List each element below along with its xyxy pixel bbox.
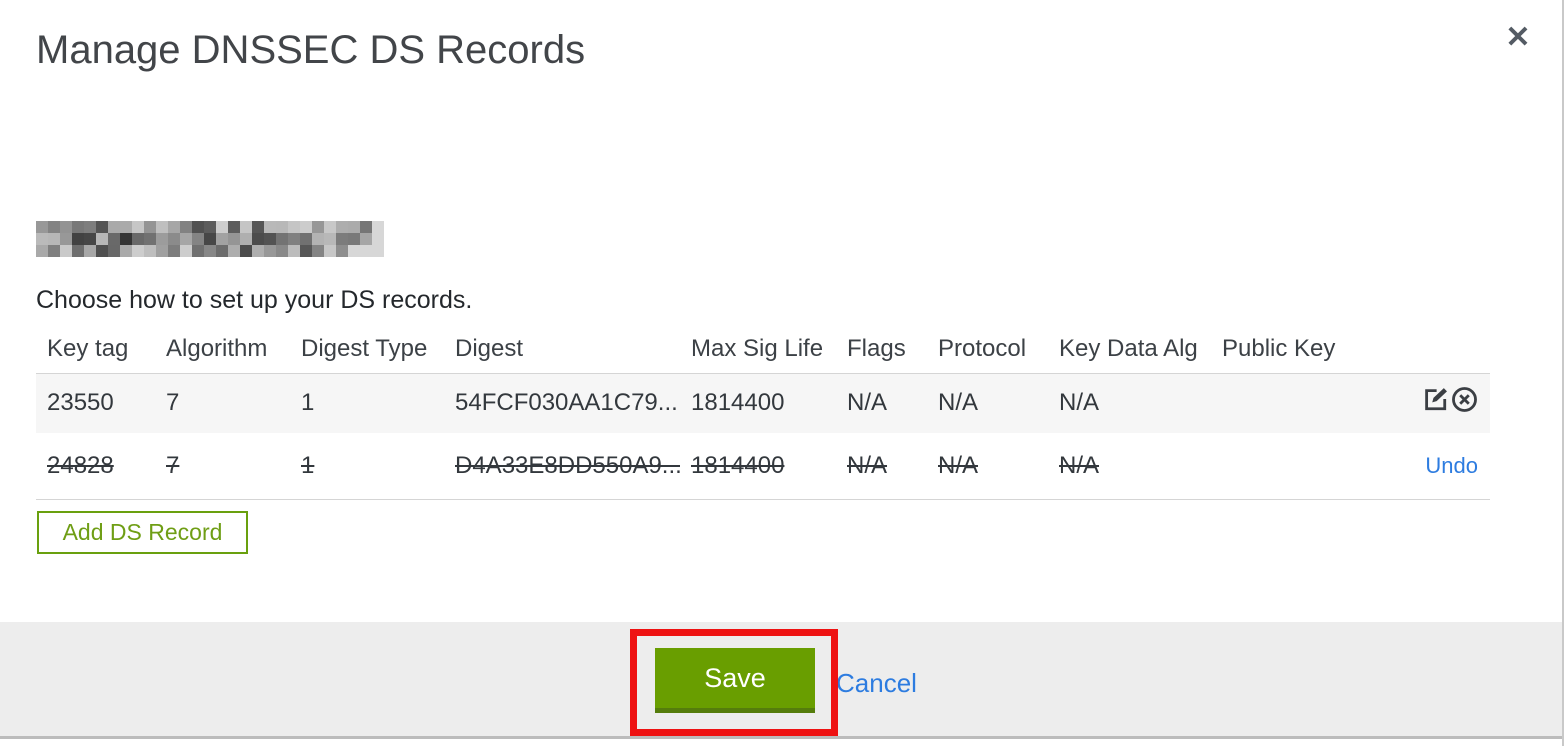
- column-header-max-sig-life: Max Sig Life: [691, 334, 824, 362]
- instruction-text: Choose how to set up your DS records.: [36, 286, 473, 314]
- column-header-actions: [1361, 325, 1490, 373]
- cell-digest-type: 1: [290, 372, 444, 433]
- close-icon[interactable]: ✕: [1498, 18, 1538, 58]
- cell-max-sig-life: 1814400: [680, 433, 836, 500]
- cell-protocol: N/A: [927, 372, 1048, 433]
- table-row: 24828 7 1 D4A33E8DD550A9... 1814400 N/A …: [36, 433, 1490, 500]
- cell-public-key: [1211, 372, 1361, 433]
- table-row: 23550 7 1 54FCF030AA1C79... 1814400 N/A …: [36, 372, 1490, 433]
- cell-algorithm: 7: [155, 372, 290, 433]
- cell-max-sig-life: 1814400: [680, 372, 836, 433]
- cell-digest: 54FCF030AA1C79...: [444, 372, 680, 433]
- table-header-row: Key tag Algorithm Digest Type Digest Max…: [36, 325, 1490, 373]
- cell-digest: D4A33E8DD550A9...: [444, 433, 680, 500]
- column-header-public-key: Public Key: [1222, 334, 1336, 362]
- column-header-key-tag: Key tag: [47, 334, 129, 362]
- undo-link[interactable]: Undo: [1425, 453, 1478, 478]
- cell-flags: N/A: [836, 433, 927, 500]
- cell-key-tag: 23550: [36, 372, 155, 433]
- column-header-digest: Digest: [455, 334, 524, 362]
- column-header-algorithm: Algorithm: [166, 334, 268, 362]
- column-header-protocol: Protocol: [938, 334, 1027, 362]
- cell-flags: N/A: [836, 372, 927, 433]
- dnssec-dialog: Manage DNSSEC DS Records ✕ Choose how to…: [0, 0, 1568, 746]
- cell-key-data-alg: N/A: [1048, 372, 1211, 433]
- redacted-domain-name: [36, 221, 384, 257]
- edit-record-icon[interactable]: [1422, 386, 1449, 413]
- column-header-key-data-alg: Key Data Alg: [1059, 334, 1198, 362]
- page-title: Manage DNSSEC DS Records: [36, 28, 586, 72]
- cell-protocol: N/A: [927, 433, 1048, 500]
- cell-key-data-alg: N/A: [1048, 433, 1211, 500]
- cell-algorithm: 7: [155, 433, 290, 500]
- cell-digest-type: 1: [290, 433, 444, 500]
- ds-records-table: Key tag Algorithm Digest Type Digest Max…: [36, 325, 1490, 500]
- cancel-link[interactable]: Cancel: [836, 668, 917, 699]
- dialog-right-border: [1562, 0, 1564, 746]
- cell-key-tag: 24828: [36, 433, 155, 500]
- column-header-digest-type: Digest Type: [301, 334, 428, 362]
- add-ds-record-button[interactable]: Add DS Record: [37, 511, 248, 554]
- column-header-flags: Flags: [847, 334, 906, 362]
- delete-record-icon[interactable]: [1451, 386, 1478, 413]
- save-button[interactable]: Save: [655, 648, 815, 713]
- cell-public-key: [1211, 433, 1361, 500]
